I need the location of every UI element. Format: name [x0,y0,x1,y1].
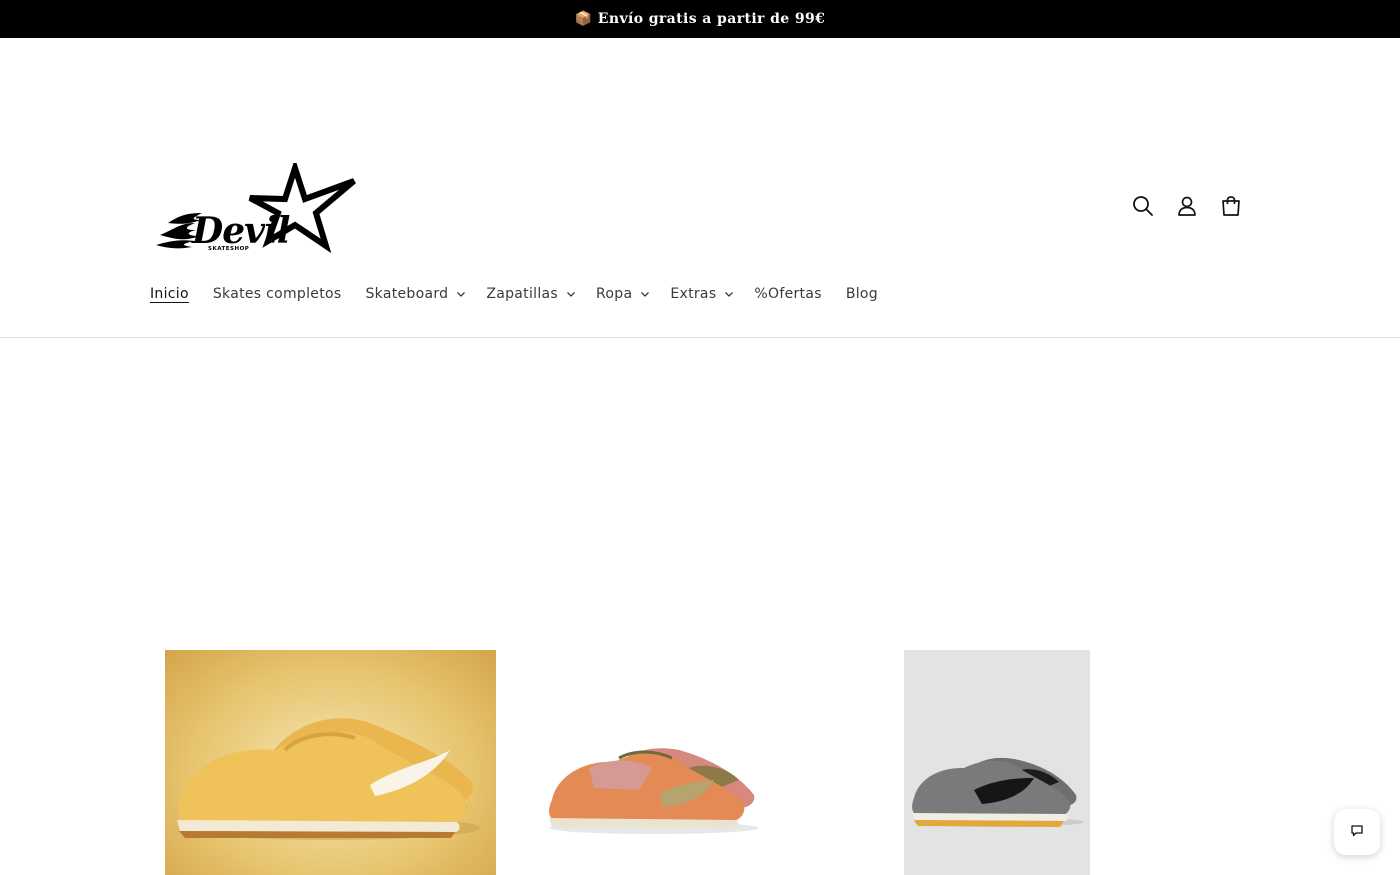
chevron-down-icon [566,289,576,299]
grey-black-sneaker-image [912,757,1084,827]
nav-label: %Ofertas [754,286,822,302]
nav-item-extras[interactable]: Extras [670,286,734,302]
nav-label: Skates completos [212,286,342,302]
cart-icon[interactable] [1218,193,1244,219]
product-card-yellow-sneaker[interactable] [165,650,496,875]
nav-item-blog[interactable]: Blog [846,286,878,302]
header-icons [1130,193,1244,219]
product-card-grey-black-sneaker[interactable] [904,650,1090,875]
account-icon[interactable] [1174,193,1200,219]
product-card-pink-orange-sneaker[interactable] [534,650,769,875]
nav-label: Inicio [150,286,189,302]
nav-item-skateboard[interactable]: Skateboard [365,286,466,302]
announcement-bar: 📦 Envío gratis a partir de 99€ [0,0,1400,38]
nav-label: Extras [670,286,717,302]
main-nav: Inicio Skates completos Skateboard Zapat… [150,283,878,305]
devil-logo-graphic: Devil SKATESHOP [156,158,356,254]
nav-label: Ropa [596,286,633,302]
product-grid [0,650,1400,875]
logo[interactable]: Devil SKATESHOP [150,158,360,254]
nav-label: Zapatillas [486,286,559,302]
chat-button[interactable] [1334,809,1380,855]
nav-item-inicio[interactable]: Inicio [150,286,189,302]
chevron-down-icon [724,289,734,299]
svg-text:SKATESHOP: SKATESHOP [208,246,249,252]
pink-orange-sneaker-image [549,748,759,834]
search-icon[interactable] [1130,193,1156,219]
site-header: Devil SKATESHOP Inicio Skates completos … [0,38,1400,338]
announcement-text: 📦 Envío gratis a partir de 99€ [574,11,826,27]
chat-icon [1350,823,1364,842]
nav-item-ofertas[interactable]: %Ofertas [754,286,821,302]
chevron-down-icon [640,289,650,299]
nav-item-skates-completos[interactable]: Skates completos [213,286,342,302]
chevron-down-icon [456,289,466,299]
nav-item-zapatillas[interactable]: Zapatillas [486,286,576,302]
yellow-sneaker-image [177,718,480,840]
nav-label: Skateboard [365,286,449,302]
nav-item-ropa[interactable]: Ropa [596,286,650,302]
nav-label: Blog [845,286,878,302]
